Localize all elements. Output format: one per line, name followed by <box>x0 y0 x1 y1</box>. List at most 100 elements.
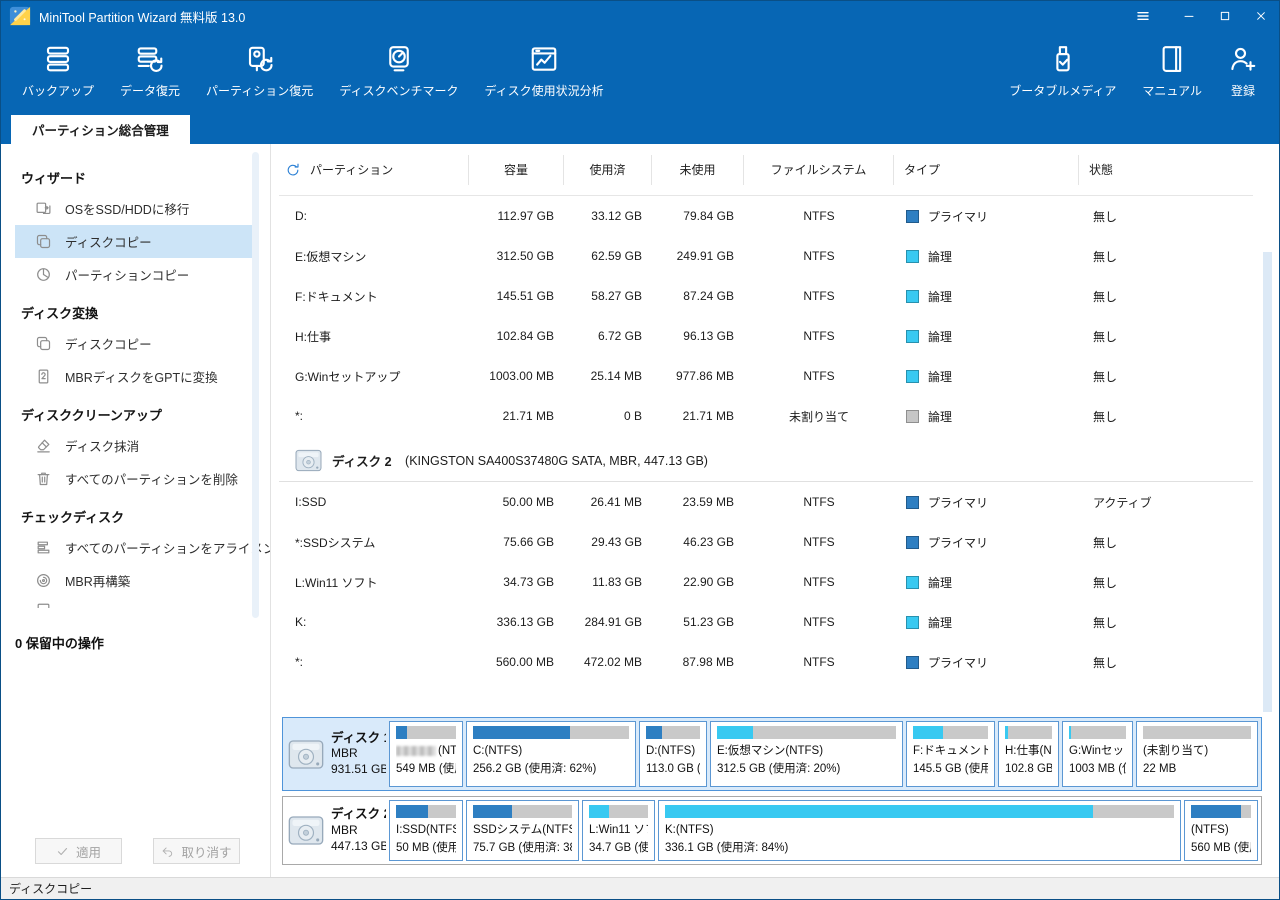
partition-row[interactable]: L:Win11 ソフト34.73 GB11.83 GB22.90 GBNTFS論… <box>279 562 1253 602</box>
sidebar-item[interactable]: OSをSSD/HDDに移行 <box>15 192 254 225</box>
partition-block[interactable]: D:(NTFS)113.0 GB (使 <box>639 721 707 787</box>
column-header-name[interactable]: パーティション <box>279 155 469 185</box>
partition-block[interactable]: F:ドキュメント(NTFS)145.5 GB (使用済 <box>906 721 995 787</box>
cell-used: 62.59 GB <box>564 249 652 263</box>
table-scrollbar-thumb[interactable] <box>1263 252 1272 712</box>
partition-row[interactable]: I:SSD50.00 MB26.41 MB23.59 MBNTFSプライマリアク… <box>279 482 1253 522</box>
sidebar-item[interactable]: MBR再構築 <box>15 564 254 597</box>
partition-row[interactable]: *:SSDシステム75.66 GB29.43 GB46.23 GBNTFSプライ… <box>279 522 1253 562</box>
toolbar-disk-benchmark-button[interactable]: ディスクベンチマーク <box>326 31 471 115</box>
sidebar-list: ウィザードOSをSSD/HDDに移行ディスクコピーパーティションコピーディスク変… <box>1 144 270 623</box>
sidebar-scrollbar[interactable] <box>252 152 259 618</box>
apply-button[interactable]: 適用 <box>35 838 122 864</box>
partition-block[interactable]: H:仕事(NTFS)102.8 GB (使 <box>998 721 1059 787</box>
sidebar-item[interactable]: ディスク抹消 <box>15 429 254 462</box>
partition-name: (未割り当て) <box>1143 745 1208 757</box>
cell-cap: 145.51 GB <box>469 289 564 303</box>
partition-name: H:仕事(NTFS) <box>1005 745 1052 757</box>
column-header-un[interactable]: 未使用 <box>652 155 744 185</box>
toolbar-button-label: マニュアル <box>1142 82 1202 99</box>
usage-bar <box>473 726 629 739</box>
partition-row[interactable]: F:ドキュメント145.51 GB58.27 GB87.24 GBNTFS論理無… <box>279 276 1253 316</box>
close-icon <box>1253 8 1269 24</box>
maximize-button[interactable] <box>1207 1 1243 31</box>
partition-block[interactable]: SSDシステム(NTFS)75.7 GB (使用済: 38%) <box>466 800 579 861</box>
cell-status: アクティブ <box>1079 494 1253 511</box>
column-header-type[interactable]: タイプ <box>894 155 1079 185</box>
partition-name: (NTFS) <box>1191 824 1229 836</box>
partition-name: G:Winセットアップ <box>1069 745 1126 757</box>
toolbar-partition-recovery-button[interactable]: パーティション復元 <box>193 31 326 115</box>
toolbar-disk-usage-button[interactable]: ディスク使用状況分析 <box>471 31 616 115</box>
sidebar-item[interactable]: ディスクコピー <box>15 225 254 258</box>
sidebar-item-label: パーティションコピー <box>65 265 189 284</box>
bootable-media-icon <box>1048 44 1078 74</box>
partition-row[interactable]: H:仕事102.84 GB6.72 GB96.13 GBNTFS論理無し <box>279 316 1253 356</box>
partition-row[interactable]: *:21.71 MB0 B21.71 MB未割り当て論理無し <box>279 396 1253 436</box>
sidebar: ウィザードOSをSSD/HDDに移行ディスクコピーパーティションコピーディスク変… <box>1 144 271 877</box>
cell-fs: NTFS <box>744 249 894 263</box>
sidebar-item[interactable]: パーティションコピー <box>15 258 254 291</box>
disk-card[interactable]: ディスク 2MBR447.13 GB <box>286 800 386 861</box>
partition-row[interactable]: E:仮想マシン312.50 GB62.59 GB249.91 GBNTFS論理無… <box>279 236 1253 276</box>
partition-block[interactable]: L:Win11 ソフト34.7 GB (使用 <box>582 800 655 861</box>
toolbar-data-recovery-button[interactable]: データ復元 <box>107 31 193 115</box>
refresh-icon[interactable] <box>285 162 301 178</box>
partition-label: H:仕事(NTFS) <box>1005 743 1052 761</box>
partition-block[interactable]: K:(NTFS)336.1 GB (使用済: 84%) <box>658 800 1181 861</box>
menu-button[interactable] <box>1125 1 1161 31</box>
cell-cap: 21.71 MB <box>469 409 564 423</box>
toolbar-bootable-media-button[interactable]: ブータブルメディア <box>996 31 1129 115</box>
usage-bar-fill <box>1005 726 1008 739</box>
disk-usage-icon <box>529 44 559 74</box>
partition-row[interactable]: D:112.97 GB33.12 GB79.84 GBNTFSプライマリ無し <box>279 196 1253 236</box>
sidebar-item[interactable]: すべてのパーティションを削除 <box>15 462 254 495</box>
disk-card[interactable]: ディスク 1MBR931.51 GB <box>286 721 386 787</box>
column-header-used[interactable]: 使用済 <box>564 155 652 185</box>
usage-bar <box>1005 726 1052 739</box>
column-header-cap[interactable]: 容量 <box>469 155 564 185</box>
close-button[interactable] <box>1243 1 1279 31</box>
toolbar-manual-button[interactable]: マニュアル <box>1129 31 1215 115</box>
partition-block[interactable]: C:(NTFS)256.2 GB (使用済: 62%) <box>466 721 636 787</box>
sidebar-item[interactable]: すべてのパーティションをアライメント <box>15 531 254 564</box>
toolbar: バックアップデータ復元パーティション復元ディスクベンチマークディスク使用状況分析… <box>1 31 1279 115</box>
register-icon <box>1228 44 1258 74</box>
cell-status: 無し <box>1079 208 1253 225</box>
tab-partition-management[interactable]: パーティション総合管理 <box>11 115 190 144</box>
column-header-label: ファイルシステム <box>771 161 867 178</box>
mbr-to-gpt-icon <box>35 368 52 385</box>
sidebar-section-title: ディスククリーンアップ <box>21 405 270 424</box>
data-recovery-icon <box>135 44 165 74</box>
partition-block[interactable]: G:Winセットアップ1003 MB (使用 <box>1062 721 1133 787</box>
partition-block[interactable]: (NTFS)549 MB (使用 <box>389 721 463 787</box>
table-scrollbar[interactable] <box>1263 252 1272 712</box>
sidebar-item[interactable] <box>15 597 254 608</box>
partition-row[interactable]: K:336.13 GB284.91 GB51.23 GBNTFS論理無し <box>279 602 1253 642</box>
toolbar-button-label: 登録 <box>1231 82 1255 99</box>
minimize-button[interactable] <box>1171 1 1207 31</box>
type-label: プライマリ <box>928 654 988 671</box>
sidebar-item[interactable]: ディスクコピー <box>15 327 254 360</box>
partition-row[interactable]: G:Winセットアップ1003.00 MB25.14 MB977.86 MBNT… <box>279 356 1253 396</box>
partition-name: (NTFS) <box>438 745 456 757</box>
partition-block[interactable]: (未割り当て)22 MB <box>1136 721 1258 787</box>
cell-type: プライマリ <box>894 534 1079 551</box>
partition-block[interactable]: I:SSD(NTFS)50 MB (使用済 <box>389 800 463 861</box>
undo-button[interactable]: 取り消す <box>153 838 240 864</box>
cell-status: 無し <box>1079 368 1253 385</box>
disk-group-header[interactable]: ディスク 2 (KINGSTON SA400S37480G SATA, MBR,… <box>279 440 1253 482</box>
toolbar-backup-button[interactable]: バックアップ <box>9 31 107 115</box>
partition-name: K:(NTFS) <box>665 824 714 836</box>
partition-row[interactable]: *:560.00 MB472.02 MB87.98 MBNTFSプライマリ無し <box>279 642 1253 682</box>
column-header-st[interactable]: 状態 <box>1079 155 1253 185</box>
status-bar: ディスクコピー <box>1 877 1279 899</box>
cell-type: 論理 <box>894 614 1079 631</box>
cell-status: 無し <box>1079 328 1253 345</box>
sidebar-item[interactable]: MBRディスクをGPTに変換 <box>15 360 254 393</box>
cell-cap: 112.97 GB <box>469 209 564 223</box>
column-header-fs[interactable]: ファイルシステム <box>744 155 894 185</box>
partition-block[interactable]: E:仮想マシン(NTFS)312.5 GB (使用済: 20%) <box>710 721 903 787</box>
toolbar-register-button[interactable]: 登録 <box>1215 31 1271 115</box>
partition-block[interactable]: (NTFS)560 MB (使用 <box>1184 800 1258 861</box>
